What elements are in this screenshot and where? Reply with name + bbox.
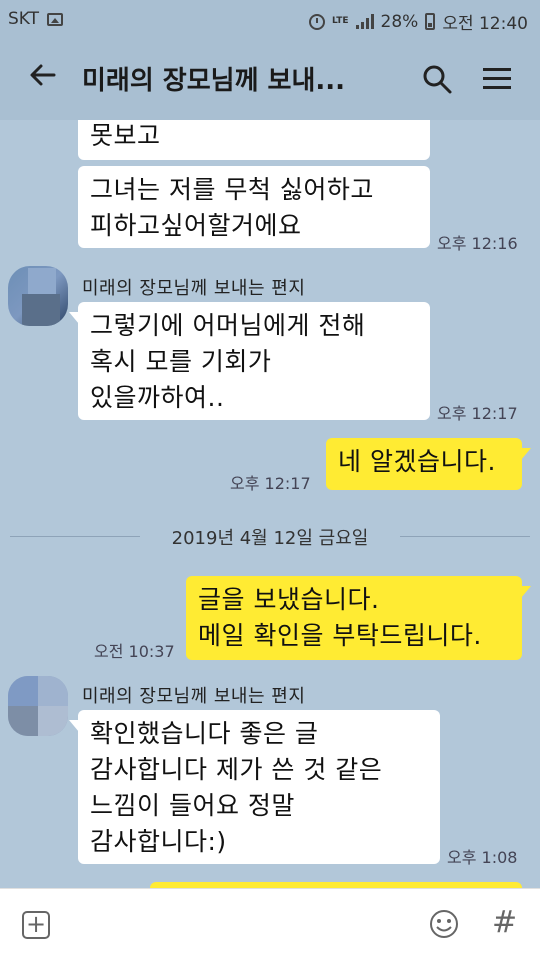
lte-icon: LTE bbox=[331, 16, 349, 26]
battery-percent: 28% bbox=[380, 11, 419, 32]
chat-header: 미래의 장모님께 보내... bbox=[0, 38, 540, 120]
carrier-label: SKT bbox=[8, 9, 40, 29]
status-bar: SKT LTE 28% 오전 12:40 bbox=[0, 0, 540, 38]
status-left: SKT bbox=[8, 9, 64, 29]
message-time: 오후 12:17 bbox=[230, 474, 311, 493]
message-bubble-received[interactable]: 확인했습니다 좋은 글 감사합니다 제가 쓴 것 같은 느낌이 들어요 정말 감… bbox=[69, 710, 440, 864]
message-bubble-received[interactable]: 그녀는 저를 무척 싫어하고 피하고싶어할거에요 bbox=[78, 166, 430, 248]
status-right: LTE 28% 오전 12:40 bbox=[308, 9, 528, 34]
message-time: 오후 12:16 bbox=[437, 234, 518, 253]
battery-icon bbox=[425, 13, 436, 30]
sender-name: 미래의 장모님께 보내는 편지 bbox=[82, 686, 306, 707]
alarm-icon bbox=[308, 13, 325, 30]
chat-title: 미래의 장모님께 보내... bbox=[82, 66, 346, 96]
message-bubble-sent[interactable]: 글을 보냈습니다. 메일 확인을 부탁드립니다. bbox=[186, 576, 531, 660]
back-arrow-icon[interactable] bbox=[28, 60, 64, 96]
chat-area[interactable]: 못보고 그녀는 저를 무척 싫어하고 피하고싶어할거에요 오후 12:16 미래… bbox=[0, 120, 540, 888]
message-time: 오후 1:08 bbox=[447, 848, 518, 867]
message-time: 오전 10:37 bbox=[94, 642, 175, 661]
status-time: 오전 12:40 bbox=[442, 14, 528, 34]
date-separator-label: 2019년 4월 12일 금요일 bbox=[161, 528, 379, 549]
sender-name: 미래의 장모님께 보내는 편지 bbox=[82, 278, 306, 299]
message-time: 오후 12:17 bbox=[437, 404, 518, 423]
date-separator: 2019년 4월 12일 금요일 bbox=[10, 524, 530, 549]
plus-icon[interactable]: + bbox=[22, 911, 50, 939]
hash-icon[interactable]: # bbox=[492, 905, 517, 940]
gallery-icon bbox=[47, 12, 64, 26]
message-bubble-received[interactable]: 못보고 bbox=[78, 120, 430, 160]
input-bar: + # bbox=[0, 888, 540, 961]
avatar[interactable] bbox=[8, 266, 68, 326]
signal-icon bbox=[355, 14, 374, 29]
message-bubble-received[interactable]: 그렇기에 어머님에게 전해 혹시 모를 기회가 있을까하여.. bbox=[69, 302, 430, 420]
emoji-icon[interactable] bbox=[428, 908, 460, 940]
message-bubble-sent[interactable]: 네 알겠습니다. bbox=[326, 438, 531, 490]
search-icon[interactable] bbox=[420, 62, 454, 96]
avatar[interactable] bbox=[8, 676, 68, 736]
menu-icon[interactable] bbox=[483, 68, 511, 90]
